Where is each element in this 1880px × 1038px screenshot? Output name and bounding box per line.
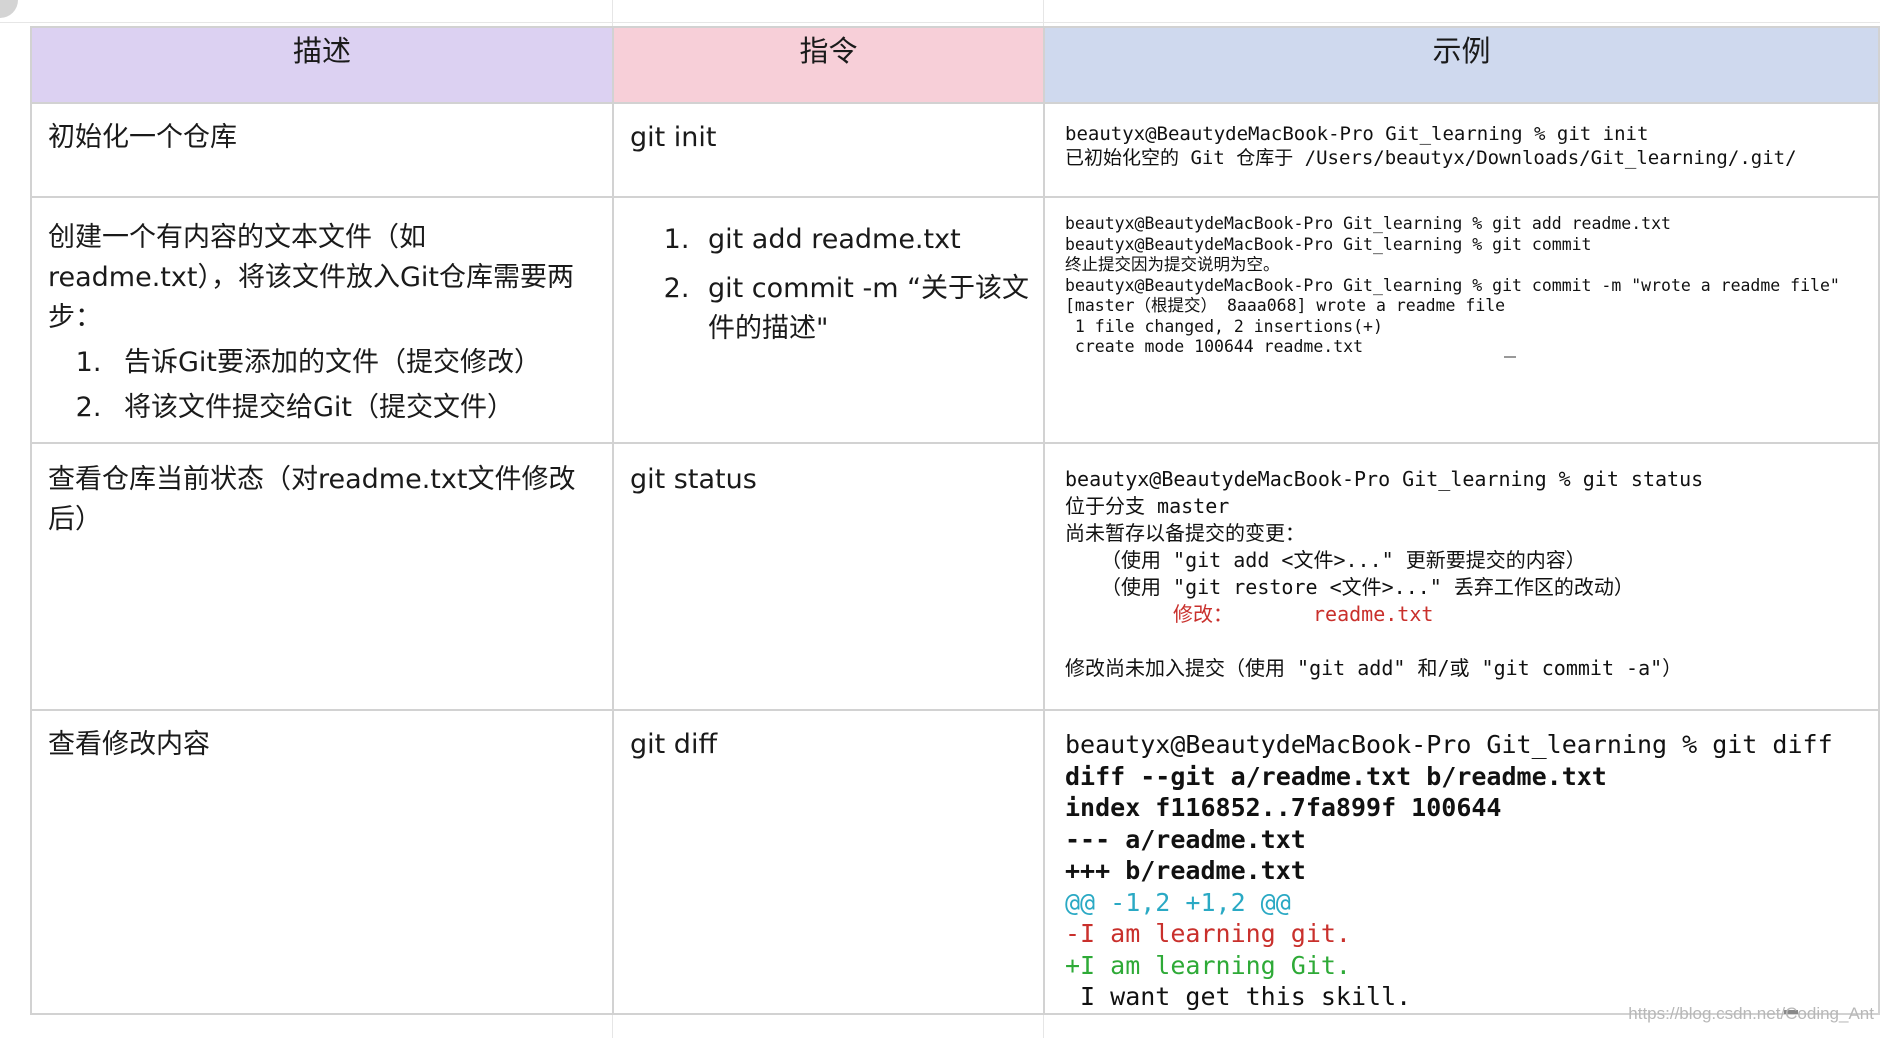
terminal-line: （使用 "git add <文件>..." 更新要提交的内容） xyxy=(1101,548,1586,572)
terminal-line: 尚未暂存以备提交的变更： xyxy=(1065,521,1305,545)
example-cell[interactable]: beautyx@BeautydeMacBook-Pro Git_learning… xyxy=(1043,442,1880,711)
description-text: 初始化一个仓库 xyxy=(48,122,237,153)
example-cell[interactable]: beautyx@BeautydeMacBook-Pro Git_learning… xyxy=(1043,196,1880,444)
terminal-line: beautyx@BeautydeMacBook-Pro Git_learning… xyxy=(1065,275,1840,295)
terminal-line: 已初始化空的 Git 仓库于 /Users/beautyx/Downloads/… xyxy=(1065,147,1797,169)
terminal-line: create mode 100644 readme.txt xyxy=(1065,337,1364,356)
watermark: https://blog.csdn.net/Coding_Ant xyxy=(1628,1004,1874,1023)
diff-removed-line: -I am learning git. xyxy=(1065,919,1351,948)
description-cell[interactable]: 创建一个有内容的文本文件（如readme.txt），将该文件放入Git仓库需要两… xyxy=(30,196,614,444)
command-cell[interactable]: git init xyxy=(612,102,1045,198)
diff-added-line: +I am learning Git. xyxy=(1065,950,1351,980)
table-row: 初始化一个仓库 git init beautyx@BeautydeMacBook… xyxy=(30,102,1880,198)
terminal-line: 修改尚未加入提交（使用 "git add" 和/或 "git commit -a… xyxy=(1065,656,1683,680)
steps-list: 告诉Git要添加的文件（提交修改） 将该文件提交给Git（提交文件） xyxy=(48,343,596,428)
terminal-output: beautyx@BeautydeMacBook-Pro Git_learning… xyxy=(1045,711,1878,1013)
diff-header-line: +++ b/readme.txt xyxy=(1065,856,1306,885)
description-cell[interactable]: 初始化一个仓库 xyxy=(30,102,614,198)
description-cell[interactable]: 查看修改内容 xyxy=(30,709,614,1015)
header-example[interactable]: 示例 xyxy=(1043,26,1880,104)
command-item: git add readme.txt xyxy=(698,220,1043,260)
diff-header-line: index f116852..7fa899f 100644 xyxy=(1065,793,1502,822)
step-item: 将该文件提交给Git（提交文件） xyxy=(110,388,596,428)
example-cell[interactable]: beautyx@BeautydeMacBook-Pro Git_learning… xyxy=(1043,709,1880,1015)
table-row: 创建一个有内容的文本文件（如readme.txt），将该文件放入Git仓库需要两… xyxy=(30,196,1880,444)
description-text: 查看仓库当前状态（对readme.txt文件修改后） xyxy=(48,464,576,535)
terminal-line: 位于分支 master xyxy=(1065,494,1230,518)
step-item: 告诉Git要添加的文件（提交修改） xyxy=(110,343,596,383)
command-text: git diff xyxy=(630,729,718,760)
stray-dash-mark xyxy=(1504,356,1516,358)
header-command[interactable]: 指令 xyxy=(612,26,1045,104)
diff-hunk-line: @@ -1,2 +1,2 @@ xyxy=(1065,887,1291,917)
corner-mark xyxy=(0,0,18,18)
command-cell[interactable]: git diff xyxy=(612,709,1045,1015)
modified-label: 修改： xyxy=(1173,602,1233,626)
command-cell[interactable]: git status xyxy=(612,442,1045,711)
table-row: 查看修改内容 git diff beautyx@BeautydeMacBook-… xyxy=(30,709,1880,1015)
description-text: 查看修改内容 xyxy=(48,729,210,760)
sheet-gridline xyxy=(0,22,1880,23)
header-description[interactable]: 描述 xyxy=(30,26,614,104)
terminal-line: beautyx@BeautydeMacBook-Pro Git_learning… xyxy=(1065,234,1592,254)
terminal-line: beautyx@BeautydeMacBook-Pro Git_learning… xyxy=(1065,214,1671,233)
terminal-output: beautyx@BeautydeMacBook-Pro Git_learning… xyxy=(1045,104,1878,170)
example-cell[interactable]: beautyx@BeautydeMacBook-Pro Git_learning… xyxy=(1043,102,1880,198)
terminal-line: [master（根提交） 8aaa068] wrote a readme fil… xyxy=(1065,296,1506,315)
terminal-output: beautyx@BeautydeMacBook-Pro Git_learning… xyxy=(1045,444,1878,682)
description-cell[interactable]: 查看仓库当前状态（对readme.txt文件修改后） xyxy=(30,442,614,711)
terminal-line: beautyx@BeautydeMacBook-Pro Git_learning… xyxy=(1065,467,1704,491)
table-row: 查看仓库当前状态（对readme.txt文件修改后） git status be… xyxy=(30,442,1880,711)
description-text: 创建一个有内容的文本文件（如readme.txt），将该文件放入Git仓库需要两… xyxy=(48,222,574,333)
document-page: 描述 指令 示例 初始化一个仓库 git init beautyx@Beauty… xyxy=(0,0,1880,1038)
terminal-line: 1 file changed, 2 insertions(+) xyxy=(1065,316,1383,336)
command-text: git status xyxy=(630,464,757,495)
description-block: 创建一个有内容的文本文件（如readme.txt），将该文件放入Git仓库需要两… xyxy=(32,198,612,442)
terminal-line: （使用 "git restore <文件>..." 丢弃工作区的改动） xyxy=(1101,575,1634,599)
terminal-line: 终止提交因为提交说明为空。 xyxy=(1065,255,1280,274)
diff-header-line: --- a/readme.txt xyxy=(1065,824,1306,854)
diff-header-line: diff --git a/readme.txt b/readme.txt xyxy=(1065,761,1607,791)
command-list: git add readme.txt git commit -m “关于该文件的… xyxy=(614,220,1043,349)
git-command-table: 描述 指令 示例 初始化一个仓库 git init beautyx@Beauty… xyxy=(30,26,1880,1015)
terminal-output: beautyx@BeautydeMacBook-Pro Git_learning… xyxy=(1045,198,1878,358)
terminal-line-modified: 修改： readme.txt xyxy=(1065,601,1858,628)
terminal-line: beautyx@BeautydeMacBook-Pro Git_learning… xyxy=(1065,123,1649,145)
terminal-line: beautyx@BeautydeMacBook-Pro Git_learning… xyxy=(1065,730,1833,759)
command-item: git commit -m “关于该文件的描述" xyxy=(698,269,1043,349)
header-row: 描述 指令 示例 xyxy=(30,26,1880,104)
command-cell[interactable]: git add readme.txt git commit -m “关于该文件的… xyxy=(612,196,1045,444)
command-text: git init xyxy=(630,122,717,153)
modified-file: readme.txt xyxy=(1313,602,1434,626)
